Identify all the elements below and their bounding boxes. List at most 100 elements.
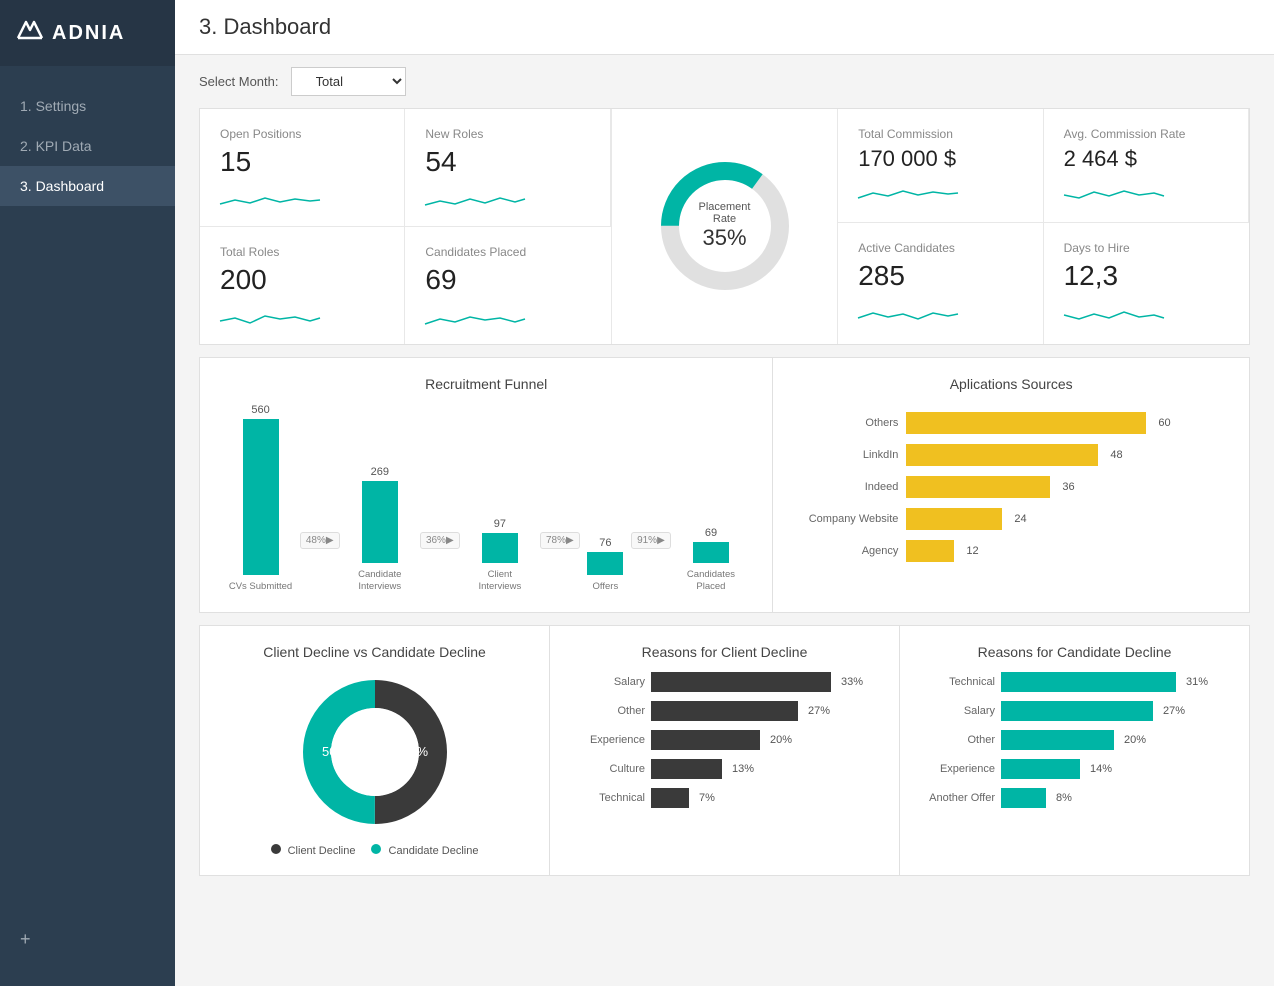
funnel-bar-value-3: 97 xyxy=(494,518,506,530)
funnel-bar-3 xyxy=(482,533,518,563)
legend-dot-candidate xyxy=(371,844,381,854)
hbar-others: Others 60 xyxy=(793,412,1229,434)
client-decline-chart: Salary 33% Other 27% Experience 20% xyxy=(570,672,879,808)
hbar-company-website-bar xyxy=(906,508,1002,530)
recruitment-funnel-panel: Recruitment Funnel 560 CVs Submitted 48%… xyxy=(199,357,773,613)
hbar-company-website: Company Website 24 xyxy=(793,508,1229,530)
total-commission-value: 170 000 $ xyxy=(858,147,1022,171)
cand-technical-pct: 31% xyxy=(1186,676,1208,688)
total-roles-value: 200 xyxy=(220,265,384,296)
hbar-linkedin-value: 48 xyxy=(1110,449,1122,461)
open-positions-value: 15 xyxy=(220,147,384,178)
cand-experience-pct: 14% xyxy=(1090,763,1112,775)
sidebar: ADNIA 1. Settings 2. KPI Data 3. Dashboa… xyxy=(0,0,175,986)
hbar-indeed: Indeed 36 xyxy=(793,476,1229,498)
hbar-indeed-bar xyxy=(906,476,1050,498)
funnel-bar-group-4: 76 Offers xyxy=(587,404,623,594)
month-select[interactable]: Total January February March April May J… xyxy=(291,67,406,96)
active-candidates-label: Active Candidates xyxy=(858,241,1022,255)
candidates-placed-value: 69 xyxy=(425,265,590,296)
days-to-hire-sparkline xyxy=(1064,304,1164,326)
funnel-bar-value-5: 69 xyxy=(705,527,717,539)
funnel-bar-1 xyxy=(243,419,279,576)
client-decline-panel: Reasons for Client Decline Salary 33% Ot… xyxy=(550,625,900,876)
total-commission-label: Total Commission xyxy=(858,127,1022,141)
funnel-bar-5 xyxy=(693,542,729,563)
client-technical-row: Technical 7% xyxy=(570,788,879,808)
days-to-hire-label: Days to Hire xyxy=(1064,241,1229,255)
sidebar-item-dashboard[interactable]: 3. Dashboard xyxy=(0,166,175,206)
sidebar-nav: 1. Settings 2. KPI Data 3. Dashboard xyxy=(0,66,175,913)
client-technical-label: Technical xyxy=(570,792,645,804)
kpi-days-to-hire: Days to Hire 12,3 xyxy=(1044,223,1249,343)
total-roles-sparkline xyxy=(220,308,320,330)
add-button[interactable]: + xyxy=(0,913,175,966)
hbar-others-value: 60 xyxy=(1158,417,1170,429)
hbar-company-website-label: Company Website xyxy=(793,513,898,525)
sidebar-item-settings[interactable]: 1. Settings xyxy=(0,86,175,126)
client-other-bar xyxy=(651,701,798,721)
funnel-bar-value-4: 76 xyxy=(599,537,611,549)
toolbar: Select Month: Total January February Mar… xyxy=(175,55,1274,108)
placement-rate-donut: Placement Rate 35% xyxy=(612,109,838,344)
client-salary-pct: 33% xyxy=(841,676,863,688)
charts-row: Recruitment Funnel 560 CVs Submitted 48%… xyxy=(199,357,1250,613)
hbar-company-website-value: 24 xyxy=(1014,513,1026,525)
client-other-row: Other 27% xyxy=(570,701,879,721)
funnel-bar-group-2: 269 Candidate Interviews xyxy=(347,404,412,594)
hbar-linkedin: LinkdIn 48 xyxy=(793,444,1229,466)
application-sources-panel: Aplications Sources Others 60 LinkdIn 48… xyxy=(773,357,1250,613)
open-positions-sparkline xyxy=(220,190,320,212)
candidate-decline-title: Reasons for Candidate Decline xyxy=(920,644,1229,660)
cand-other-pct: 20% xyxy=(1124,734,1146,746)
candidate-decline-chart: Technical 31% Salary 27% Other 20% xyxy=(920,672,1229,808)
funnel-bar-label-4: Offers xyxy=(593,581,619,593)
new-roles-sparkline xyxy=(425,190,525,212)
page-title: 3. Dashboard xyxy=(199,14,331,40)
sidebar-item-kpi-data[interactable]: 2. KPI Data xyxy=(0,126,175,166)
hbar-others-bar xyxy=(906,412,1146,434)
client-experience-row: Experience 20% xyxy=(570,730,879,750)
hbar-indeed-label: Indeed xyxy=(793,481,898,493)
new-roles-label: New Roles xyxy=(425,127,589,141)
funnel-bar-value-1: 560 xyxy=(251,404,269,416)
client-experience-label: Experience xyxy=(570,734,645,746)
donut-label: Placement Rate 35% xyxy=(687,201,762,251)
cand-technical-bar xyxy=(1001,672,1176,692)
kpi-open-positions: Open Positions 15 xyxy=(200,109,405,227)
candidates-placed-sparkline xyxy=(425,308,525,330)
funnel-bar-group-3: 97 Client Interviews xyxy=(467,404,532,594)
cand-other-row: Other 20% xyxy=(920,730,1229,750)
avg-commission-label: Avg. Commission Rate xyxy=(1064,127,1228,141)
client-technical-pct: 7% xyxy=(699,792,715,804)
kpi-area: Open Positions 15 New Roles 54 Total Rol… xyxy=(199,108,1250,345)
kpi-total-commission: Total Commission 170 000 $ xyxy=(838,109,1043,223)
main-header: 3. Dashboard xyxy=(175,0,1274,55)
candidate-decline-panel: Reasons for Candidate Decline Technical … xyxy=(900,625,1250,876)
decline-donut: 50% 50% xyxy=(295,672,455,832)
legend-dot-client xyxy=(271,844,281,854)
client-experience-pct: 20% xyxy=(770,734,792,746)
new-roles-value: 54 xyxy=(425,147,589,178)
cand-another-offer-pct: 8% xyxy=(1056,792,1072,804)
recruitment-funnel-title: Recruitment Funnel xyxy=(220,376,752,392)
active-candidates-sparkline xyxy=(858,304,958,326)
active-candidates-value: 285 xyxy=(858,261,1022,292)
client-experience-bar xyxy=(651,730,760,750)
avg-commission-value: 2 464 $ xyxy=(1064,147,1228,171)
client-other-label: Other xyxy=(570,705,645,717)
main-content: 3. Dashboard Select Month: Total January… xyxy=(175,0,1274,986)
cand-other-bar xyxy=(1001,730,1114,750)
legend-candidate-decline: Candidate Decline xyxy=(371,844,478,857)
cand-technical-row: Technical 31% xyxy=(920,672,1229,692)
funnel-bar-2 xyxy=(362,481,398,563)
cand-salary-row: Salary 27% xyxy=(920,701,1229,721)
client-culture-pct: 13% xyxy=(732,763,754,775)
client-culture-row: Culture 13% xyxy=(570,759,879,779)
hbar-agency-bar xyxy=(906,540,954,562)
client-technical-bar xyxy=(651,788,689,808)
kpi-new-roles: New Roles 54 xyxy=(405,109,610,227)
funnel-bar-label-1: CVs Submitted xyxy=(229,581,292,593)
days-to-hire-value: 12,3 xyxy=(1064,261,1229,292)
decline-title: Client Decline vs Candidate Decline xyxy=(220,644,529,660)
